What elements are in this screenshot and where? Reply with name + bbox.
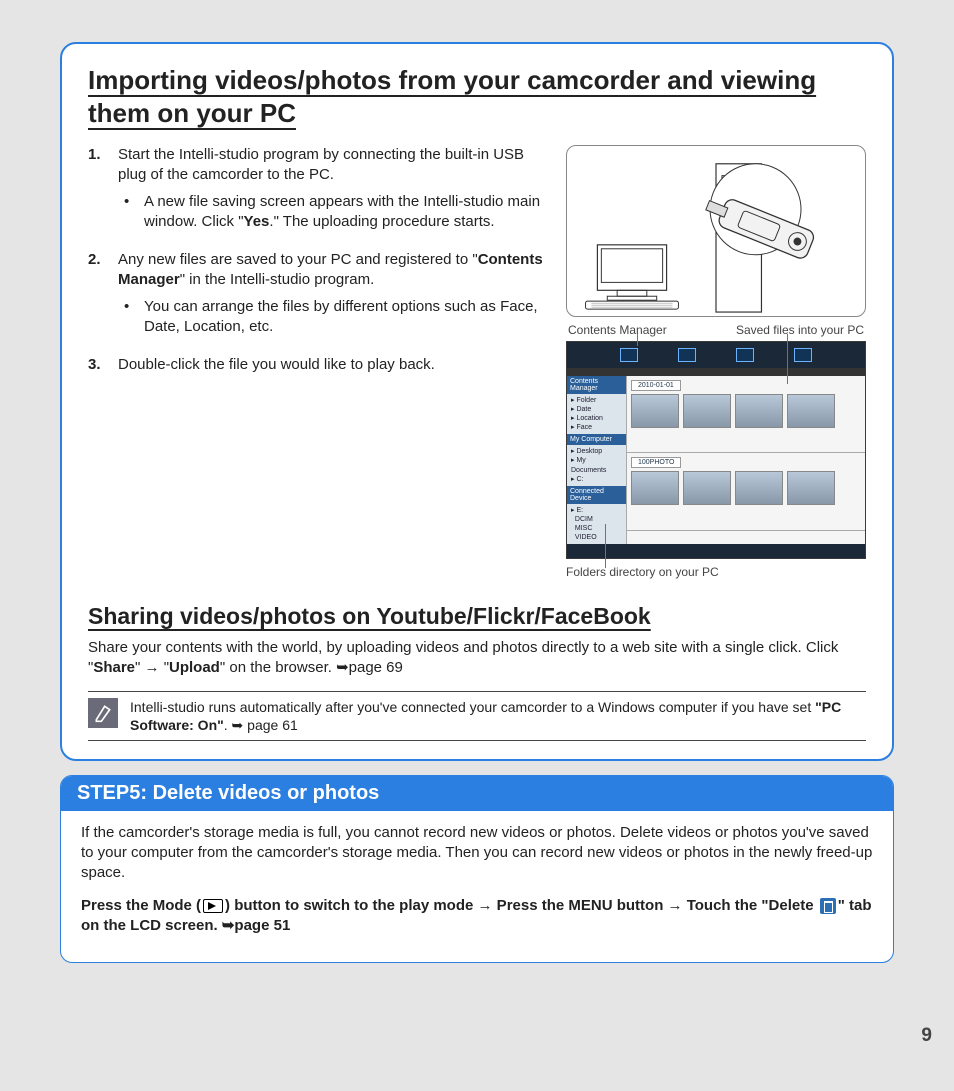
section-title-sharing: Sharing videos/photos on Youtube/Flickr/…: [88, 603, 866, 630]
step-3: 3. Double-click the file you would like …: [88, 355, 550, 375]
note-icon: [88, 698, 118, 728]
bullet-text: You can arrange the files by different o…: [144, 297, 550, 338]
share-bold1: Share: [93, 659, 135, 676]
label-folders-directory: Folders directory on your PC: [566, 565, 866, 579]
step5-p2-b: ) button to switch to the play mode → Pr…: [225, 897, 818, 914]
bullet-text-post: ." The uploading procedure starts.: [269, 213, 494, 230]
step5-paragraph-1: If the camcorder's storage media is full…: [81, 823, 873, 884]
steps-column: 1. Start the Intelli-studio program by c…: [88, 145, 550, 579]
bullet-item: You can arrange the files by different o…: [118, 297, 550, 338]
note-box: Intelli-studio runs automatically after …: [88, 691, 866, 741]
two-column-layout: 1. Start the Intelli-studio program by c…: [88, 145, 866, 579]
step-2: 2. Any new files are saved to your PC an…: [88, 250, 550, 341]
screenshot-labels-top: Contents Manager Saved files into your P…: [566, 323, 866, 337]
label-contents-manager: Contents Manager: [568, 323, 667, 337]
step5-p2-a: Press the Mode (: [81, 897, 201, 914]
delete-icon: [820, 898, 836, 914]
section-title-importing: Importing videos/photos from your camcor…: [88, 64, 866, 129]
step-text: Start the Intelli-studio program by conn…: [118, 145, 550, 186]
step-text-post: " in the Intelli-studio program.: [180, 271, 375, 288]
step-text-pre: Any new files are saved to your PC and r…: [118, 251, 478, 268]
bullet-item: A new file saving screen appears with th…: [118, 192, 550, 233]
share-mid: " → ": [135, 659, 169, 676]
note-pre: Intelli-studio runs automatically after …: [130, 699, 815, 715]
share-bold2: Upload: [169, 659, 220, 676]
bullet-bold: Yes: [244, 213, 270, 230]
intelli-studio-screenshot: Contents Manager ▸ Folder▸ Date▸ Locatio…: [566, 341, 866, 559]
main-content-panel: Importing videos/photos from your camcor…: [60, 42, 894, 761]
step5-panel: STEP5: Delete videos or photos If the ca…: [60, 775, 894, 963]
note-text: Intelli-studio runs automatically after …: [130, 698, 866, 734]
step-text: Double-click the file you would like to …: [118, 355, 550, 375]
connection-illustration: [566, 145, 866, 317]
share-post: " on the browser. ➥page 69: [220, 659, 403, 676]
step5-paragraph-2: Press the Mode ( ) button to switch to th…: [81, 896, 873, 937]
step-number: 3.: [88, 355, 118, 375]
label-saved-files: Saved files into your PC: [736, 323, 864, 337]
page-number: 9: [921, 1025, 932, 1047]
step5-body: If the camcorder's storage media is full…: [61, 811, 893, 962]
play-mode-icon: [203, 899, 223, 913]
illustration-column: Contents Manager Saved files into your P…: [566, 145, 866, 579]
step-1: 1. Start the Intelli-studio program by c…: [88, 145, 550, 236]
note-post: . ➥ page 61: [224, 717, 298, 733]
step5-header: STEP5: Delete videos or photos: [61, 776, 893, 811]
sharing-paragraph: Share your contents with the world, by u…: [88, 638, 866, 679]
step-number: 2.: [88, 250, 118, 341]
step-number: 1.: [88, 145, 118, 236]
